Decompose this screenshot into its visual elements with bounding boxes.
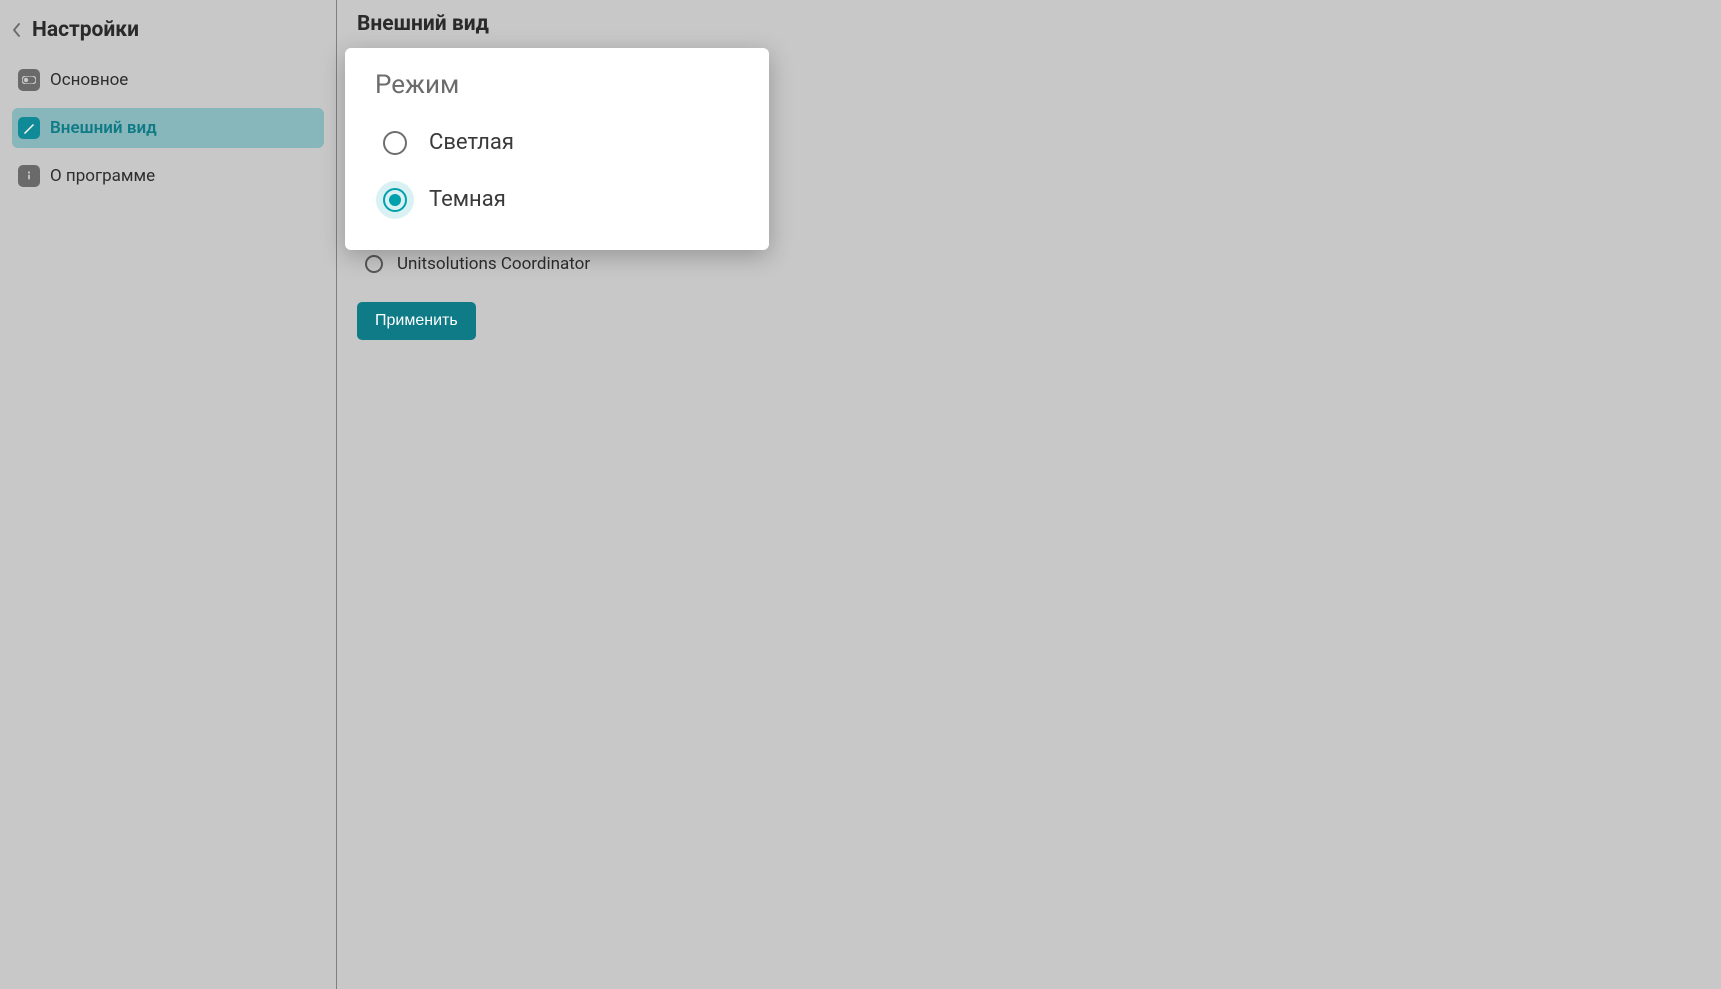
sidebar-item-about[interactable]: О программе bbox=[12, 156, 324, 196]
sidebar-item-label: О программе bbox=[50, 166, 155, 186]
radio-checked-icon bbox=[383, 188, 407, 212]
sidebar-item-appearance[interactable]: Внешний вид bbox=[12, 108, 324, 148]
settings-sidebar: Настройки Основное Внешний вид bbox=[0, 0, 337, 989]
radio-option-light[interactable]: Светлая bbox=[375, 120, 739, 165]
main-content: Внешний вид Unitsolutions Coordinator Пр… bbox=[337, 0, 1721, 989]
page-title: Внешний вид bbox=[357, 12, 1701, 36]
sidebar-item-label: Основное bbox=[50, 70, 128, 90]
radio-option-dark[interactable]: Темная bbox=[375, 177, 739, 222]
radio-option-coordinator[interactable]: Unitsolutions Coordinator bbox=[365, 254, 1701, 274]
sidebar-item-general[interactable]: Основное bbox=[12, 60, 324, 100]
radio-label: Темная bbox=[429, 187, 506, 212]
panel-title: Режим bbox=[375, 70, 739, 100]
mode-dropdown-panel: Режим Светлая Темная bbox=[345, 48, 769, 250]
sidebar-title: Настройки bbox=[32, 18, 139, 42]
nav-list: Основное Внешний вид О программе bbox=[0, 60, 336, 196]
radio-unchecked-icon bbox=[383, 131, 407, 155]
radio-unchecked-icon bbox=[365, 255, 383, 273]
brush-icon bbox=[18, 117, 40, 139]
back-chevron-icon[interactable] bbox=[10, 23, 24, 37]
radio-label: Unitsolutions Coordinator bbox=[397, 254, 590, 274]
sidebar-header: Настройки bbox=[0, 10, 336, 60]
info-icon bbox=[18, 165, 40, 187]
sidebar-item-label: Внешний вид bbox=[50, 118, 157, 138]
radio-label: Светлая bbox=[429, 130, 514, 155]
toggle-icon bbox=[18, 69, 40, 91]
apply-button[interactable]: Применить bbox=[357, 302, 476, 340]
